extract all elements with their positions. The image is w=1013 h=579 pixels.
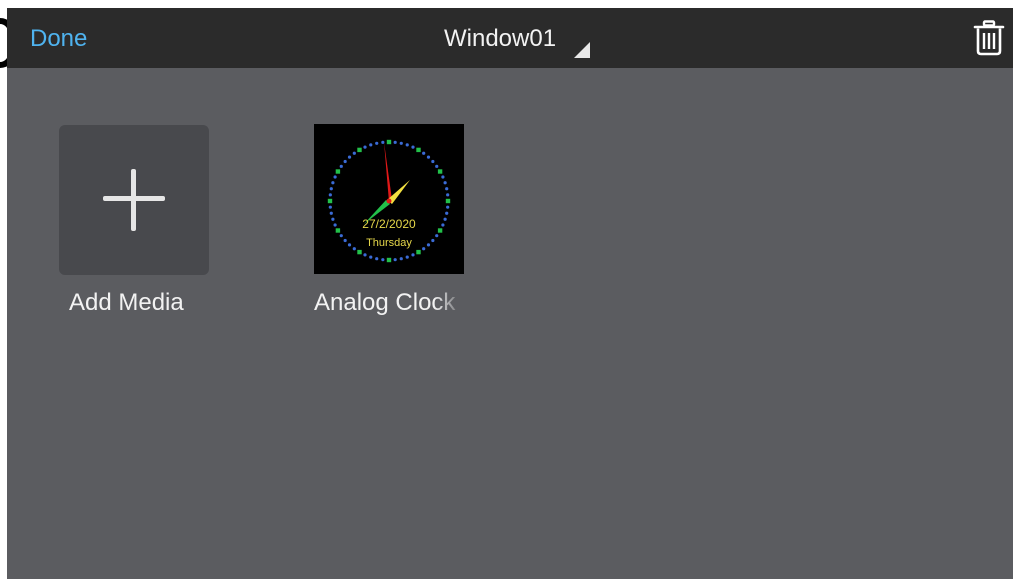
clock-minute-dot bbox=[363, 253, 367, 257]
dropdown-corner-icon bbox=[574, 42, 590, 58]
clock-minute-dot bbox=[446, 193, 450, 197]
clock-minute-dot bbox=[431, 238, 435, 243]
trash-icon[interactable] bbox=[973, 20, 1005, 56]
clock-hour-mark bbox=[327, 198, 333, 204]
done-button[interactable]: Done bbox=[30, 24, 87, 54]
clock-minute-dot bbox=[329, 211, 333, 215]
clock-minute-dot bbox=[445, 187, 449, 191]
clock-minute-dot bbox=[405, 255, 409, 259]
clock-minute-dot bbox=[363, 145, 367, 149]
clock-hour-mark bbox=[357, 147, 362, 153]
clock-minute-dot bbox=[411, 253, 415, 257]
add-media-label: Add Media bbox=[69, 289, 184, 316]
clock-minute-dot bbox=[347, 243, 352, 247]
clock-minute-dot bbox=[422, 151, 426, 155]
clock-minute-dot bbox=[369, 255, 373, 259]
clock-minute-dot bbox=[393, 140, 397, 144]
clock-hour-mark bbox=[416, 249, 421, 255]
clock-minute-dot bbox=[331, 181, 335, 185]
clock-minute-dot bbox=[333, 223, 337, 227]
window-title: Window01 bbox=[444, 25, 557, 52]
clock-minute-dot bbox=[399, 257, 403, 261]
clock-minute-dot bbox=[441, 175, 445, 179]
clock-minute-dot bbox=[375, 141, 379, 145]
clock-hour-mark bbox=[437, 169, 443, 174]
clock-minute-dot bbox=[381, 258, 385, 262]
clock-hour-mark bbox=[335, 228, 341, 233]
clock-hour-mark bbox=[386, 139, 392, 145]
clock-minute-dot bbox=[443, 181, 447, 185]
clock-minute-dot bbox=[381, 140, 385, 144]
top-bar: Done Window01 bbox=[7, 8, 1013, 68]
clock-date-text: 27/2/2020 bbox=[362, 217, 416, 231]
window-selector[interactable]: Window01 bbox=[444, 24, 590, 58]
analog-clock-thumbnail: 27/2/2020 Thursday bbox=[327, 139, 451, 263]
clock-minute-dot bbox=[352, 151, 356, 155]
clock-minute-dot bbox=[375, 257, 379, 261]
clock-minute-dot bbox=[405, 143, 409, 147]
clock-minute-dot bbox=[347, 155, 352, 159]
clock-minute-dot bbox=[333, 175, 337, 179]
clock-minute-dot bbox=[352, 247, 356, 251]
clock-minute-dot bbox=[443, 217, 447, 221]
clock-minute-dot bbox=[446, 205, 450, 209]
clock-hour-mark bbox=[445, 198, 451, 204]
clock-minute-dot bbox=[435, 234, 439, 238]
clock-minute-dot bbox=[426, 243, 431, 247]
clock-hour-mark bbox=[386, 257, 392, 263]
add-media-tile[interactable] bbox=[59, 125, 209, 275]
clock-hour-mark bbox=[437, 228, 443, 233]
clock-minute-dot bbox=[339, 164, 343, 168]
clock-minute-dot bbox=[441, 223, 445, 227]
clock-minute-dot bbox=[399, 141, 403, 145]
analog-clock-label: Analog Clock bbox=[314, 289, 456, 316]
analog-clock-tile[interactable]: 27/2/2020 Thursday bbox=[314, 124, 464, 274]
clock-minute-dot bbox=[431, 159, 435, 164]
clock-minute-dot bbox=[328, 205, 332, 209]
clock-minute-dot bbox=[343, 159, 347, 164]
media-window-screen: Done Window01 Add Media 27/2/2020 Thursd… bbox=[7, 8, 1013, 579]
clock-minute-dot bbox=[339, 234, 343, 238]
clock-minute-dot bbox=[343, 238, 347, 243]
clock-minute-dot bbox=[411, 145, 415, 149]
clock-minute-dot bbox=[426, 155, 431, 159]
clock-minute-dot bbox=[328, 193, 332, 197]
clock-minute-dot bbox=[445, 211, 449, 215]
clock-hour-mark bbox=[357, 249, 362, 255]
clock-minute-dot bbox=[369, 143, 373, 147]
clock-minute-dot bbox=[331, 217, 335, 221]
clock-day-text: Thursday bbox=[366, 237, 412, 249]
clock-minute-dot bbox=[435, 164, 439, 168]
clock-hour-mark bbox=[335, 169, 341, 174]
clock-minute-dot bbox=[393, 258, 397, 262]
clock-hour-mark bbox=[416, 147, 421, 153]
clock-minute-dot bbox=[422, 247, 426, 251]
clock-minute-dot bbox=[329, 187, 333, 191]
